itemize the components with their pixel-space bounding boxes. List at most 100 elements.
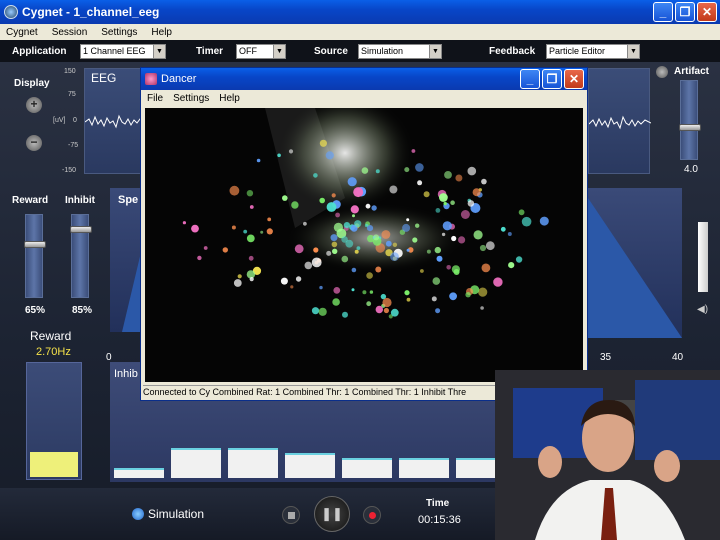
particle: [472, 188, 481, 197]
dancer-menu-help[interactable]: Help: [219, 93, 240, 104]
particle: [435, 308, 441, 314]
dropdown-arrow-icon: ▼: [153, 44, 165, 58]
stop-button[interactable]: [282, 506, 300, 524]
inhibit-slider[interactable]: [70, 214, 92, 298]
dancer-menu-file[interactable]: File: [147, 93, 163, 104]
minimize-button[interactable]: _: [653, 2, 673, 22]
menu-settings[interactable]: Settings: [101, 27, 137, 38]
reward-slider-thumb[interactable]: [24, 241, 46, 248]
particle: [267, 217, 272, 222]
eeg-tick: 0: [73, 117, 77, 124]
particle: [444, 171, 452, 179]
reward-frequency: 2.70Hz: [36, 346, 71, 358]
dancer-close-button[interactable]: ✕: [564, 69, 584, 89]
dancer-maximize-button[interactable]: ❐: [542, 69, 562, 89]
particle: [539, 216, 549, 226]
particle: [443, 201, 447, 206]
eeg-plot-right: [588, 68, 651, 174]
volume-slider[interactable]: [698, 222, 708, 292]
cygnet-app-icon: [4, 5, 18, 19]
particle: [415, 163, 424, 172]
particle: [364, 223, 369, 228]
particle: [508, 262, 515, 269]
feedback-select[interactable]: Particle Editor ▼: [546, 43, 640, 59]
particle: [330, 234, 338, 242]
artifact-slider-thumb[interactable]: [679, 124, 701, 131]
dancer-minimize-button[interactable]: _: [520, 69, 540, 89]
artifact-slider[interactable]: [679, 80, 701, 160]
particle: [369, 290, 374, 294]
particle: [467, 166, 477, 176]
particle: [435, 208, 441, 213]
source-select[interactable]: Simulation ▼: [358, 43, 442, 59]
particle: [392, 242, 398, 247]
particle: [246, 190, 254, 197]
particle: [333, 287, 341, 294]
zoom-out-button[interactable]: −: [26, 135, 42, 151]
eeg-plot: EEG: [84, 68, 143, 174]
pause-icon: ❚❚: [321, 506, 343, 521]
inhibit-section-label: Inhib: [114, 368, 138, 380]
pause-button[interactable]: ❚❚: [314, 496, 350, 532]
record-button[interactable]: [363, 506, 381, 524]
particle: [412, 237, 418, 243]
menu-session[interactable]: Session: [52, 27, 88, 38]
particle: [390, 308, 399, 317]
window-title: Cygnet - 1_channel_eeg: [22, 5, 160, 19]
particle: [243, 229, 248, 234]
particle: [406, 218, 410, 222]
particle: [352, 214, 355, 218]
particle: [404, 167, 410, 173]
particle: [350, 205, 359, 214]
particle: [277, 153, 281, 158]
particle: [381, 230, 391, 239]
menu-cygnet[interactable]: Cygnet: [6, 27, 38, 38]
speaker-icon[interactable]: ◀): [697, 304, 708, 315]
particle: [282, 195, 288, 201]
particle: [313, 247, 319, 253]
application-select[interactable]: 1 Channel EEG ▼: [80, 43, 166, 59]
close-button[interactable]: ✕: [697, 2, 717, 22]
particle: [182, 221, 186, 225]
inhibit-slider-thumb[interactable]: [70, 226, 92, 233]
particle: [446, 265, 452, 270]
reward-slider[interactable]: [24, 214, 46, 298]
particle: [332, 298, 340, 306]
particle: [222, 247, 228, 253]
particle: [375, 266, 382, 273]
eeg-tick: 75: [68, 91, 76, 98]
dancer-menu-bar: File Settings Help: [141, 90, 587, 106]
artifact-value: 4.0: [684, 164, 698, 175]
particle: [280, 277, 288, 285]
reward-slider-label: Reward: [12, 195, 49, 206]
particle: [431, 296, 437, 302]
particle: [390, 252, 399, 261]
particle: [500, 226, 506, 232]
dancer-menu-settings[interactable]: Settings: [173, 93, 209, 104]
particle: [371, 205, 377, 211]
particle: [441, 232, 446, 237]
particle: [493, 277, 503, 287]
timer-select[interactable]: OFF ▼: [236, 43, 286, 59]
feedback-label: Feedback: [489, 45, 536, 57]
dancer-window: Dancer _ ❐ ✕ File Settings Help Connecte: [140, 67, 588, 401]
particle: [382, 297, 392, 308]
menu-help[interactable]: Help: [151, 27, 172, 38]
zoom-in-button[interactable]: +: [26, 97, 42, 113]
particle: [417, 180, 423, 186]
particle: [319, 139, 327, 147]
particle: [406, 248, 410, 252]
source-select-value: Simulation: [361, 45, 404, 56]
particle: [473, 230, 483, 240]
particle: [420, 269, 424, 273]
dancer-title-bar: Dancer _ ❐ ✕: [141, 68, 587, 90]
particle: [467, 200, 475, 207]
maximize-button[interactable]: ❐: [675, 2, 695, 22]
particle: [295, 276, 302, 282]
particle: [402, 223, 411, 232]
particle: [341, 255, 349, 263]
particle: [354, 249, 359, 254]
particle: [366, 301, 372, 307]
particle: [203, 246, 208, 250]
particle: [331, 193, 336, 198]
